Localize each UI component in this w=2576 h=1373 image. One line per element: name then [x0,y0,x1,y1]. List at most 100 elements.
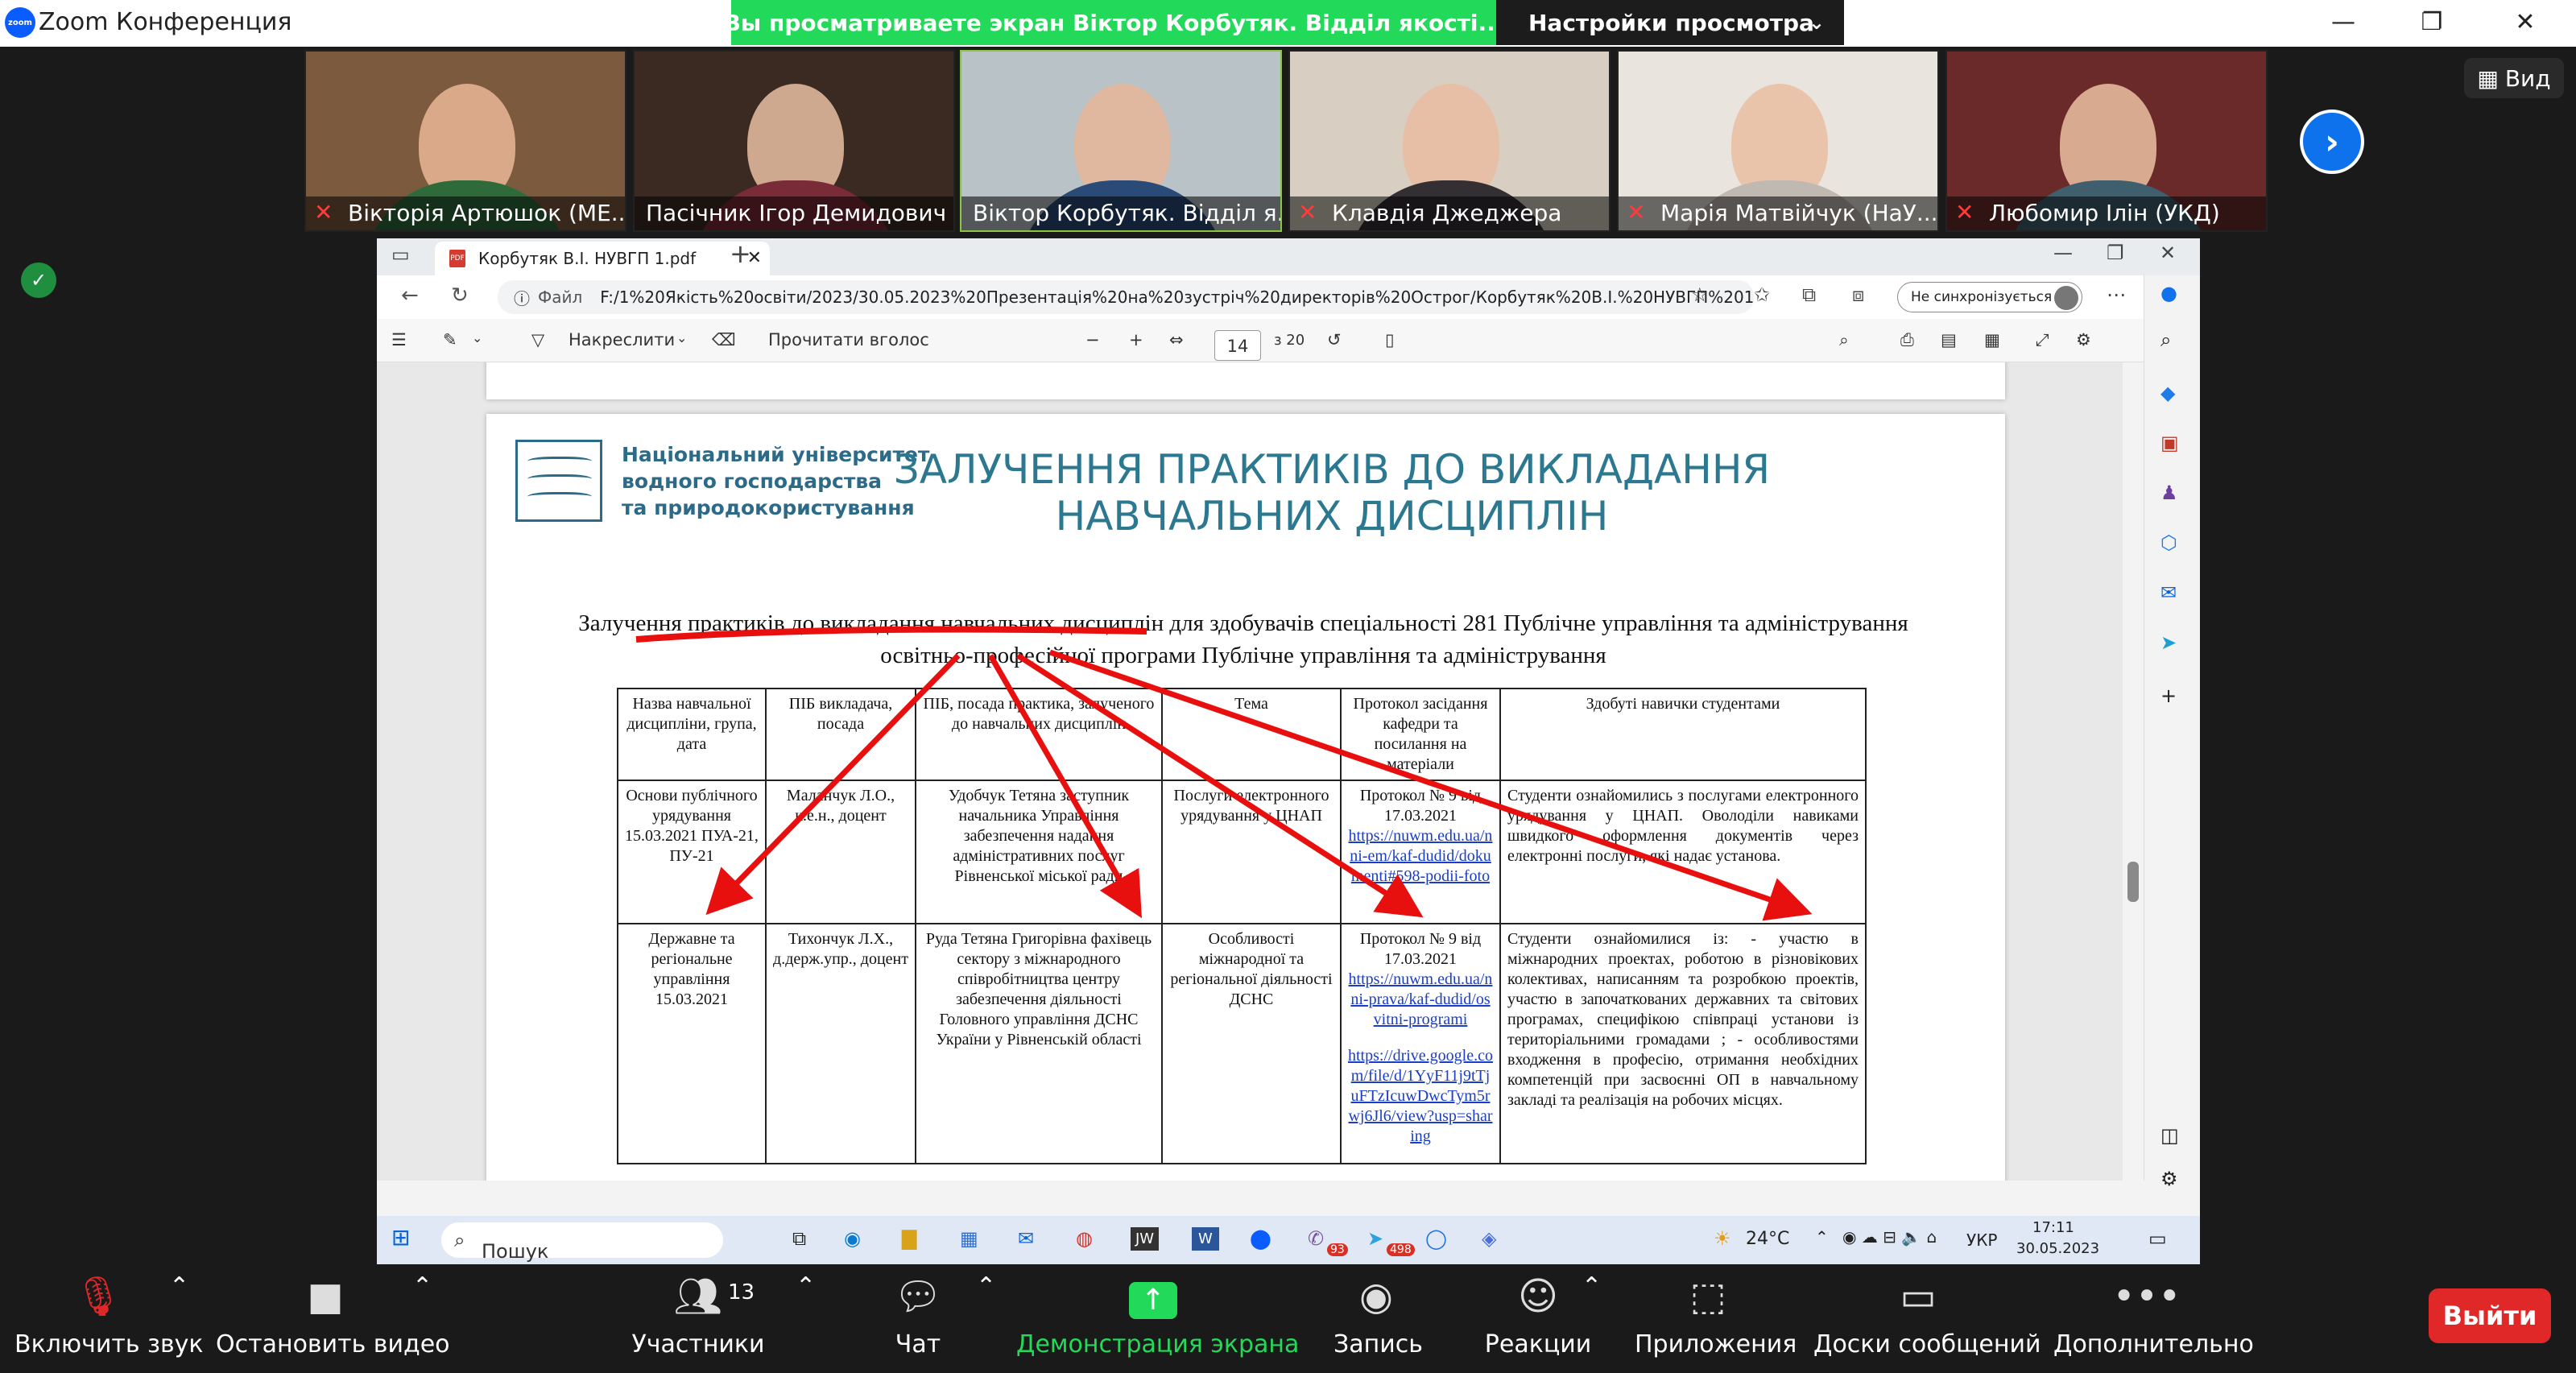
maximize-icon[interactable]: ❐ [2408,5,2456,40]
participants-button[interactable]: 👥︎ 13 Участники [628,1272,768,1369]
tools-icon[interactable]: ▣ [2160,432,2179,454]
sidebar-add-icon[interactable]: + [2160,684,2177,707]
minimize-icon[interactable]: — [2319,5,2367,40]
highlight-icon[interactable]: ✎ [443,330,457,349]
share-screen-button[interactable]: ↑ Демонстрация экрана [1016,1272,1299,1369]
chrome-icon[interactable]: ◍ [1076,1227,1093,1250]
highlight-dropdown-icon[interactable]: ⌄ [472,330,482,345]
unmute-button[interactable]: 🎙︎ Включить звук [14,1272,204,1369]
participant-tile-active-speaker[interactable]: Віктор Корбутяк. Відділ я... [960,50,1282,232]
whiteboards-button[interactable]: ▭ Доски сообщений [1813,1272,2041,1369]
scrollbar-thumb[interactable] [2127,862,2139,902]
video-options-chevron-icon[interactable]: ⌃ [412,1272,432,1369]
browser-tab[interactable]: PDF Корбутяк В.І. НУВГП 1.pdf ✕ [435,242,770,275]
shopping-icon[interactable]: ◆ [2160,382,2175,404]
zoom-icon[interactable]: ⬤ [1250,1227,1271,1250]
annotation-arrow [705,653,961,916]
games-icon[interactable]: ♟ [2160,482,2178,504]
reactions-button[interactable]: ☺ Реакции [1482,1272,1594,1369]
browser-close-icon[interactable]: ✕ [2160,242,2176,264]
explorer-icon[interactable]: ▇ [902,1227,916,1250]
settings-icon[interactable]: ⚙ [2076,330,2091,349]
chat-chevron-icon[interactable]: ⌃ [976,1272,996,1369]
sidebar-layout-icon[interactable]: ◫ [2160,1124,2179,1147]
sidebar-settings-icon[interactable]: ⚙ [2160,1168,2178,1190]
next-participants-arrow-icon[interactable]: › [2300,110,2364,174]
tab-actions-icon[interactable]: ▭ [391,243,410,266]
copilot-icon[interactable]: ● [2160,282,2177,304]
jw-icon[interactable]: JW [1131,1227,1160,1251]
participant-tile[interactable]: Любомир Ілін (УКД) ✕ [1945,50,2268,232]
zoom-out-icon[interactable]: − [1085,330,1100,349]
zoom-in-icon[interactable]: + [1129,330,1143,349]
more-button[interactable]: ••• Дополнительно [2053,1272,2254,1369]
chat-app-icon[interactable]: ◯ [1425,1227,1447,1250]
participant-tile[interactable]: Пасічник Ігор Демидович [633,50,955,232]
tray-icons[interactable]: ◉ ☁ ⊟ 🔈 ⌂ [1842,1227,1937,1247]
pdf-scrollbar[interactable] [2123,362,2144,1181]
page-number-input[interactable]: 14 [1214,330,1261,361]
draw-dropdown-icon[interactable]: ⌄ [676,330,687,345]
reactions-chevron-icon[interactable]: ⌃ [1582,1272,1602,1369]
participants-chevron-icon[interactable]: ⌃ [796,1272,816,1369]
drop-icon[interactable]: ➤ [2160,631,2177,654]
edge-icon[interactable]: ◉ [844,1227,861,1250]
notifications-icon[interactable]: ▭ [2148,1227,2167,1250]
favorites-icon[interactable]: ✩ [1754,283,1770,306]
fullscreen-icon[interactable]: ⤢ [2036,330,2049,350]
new-tab-icon[interactable]: + [730,238,751,269]
word-icon[interactable]: W [1192,1227,1219,1251]
participant-tile[interactable]: Вікторія Артюшок (МЕ... ✕ [304,50,626,232]
print-icon[interactable]: ⎙ [1900,330,1914,350]
collections-icon[interactable]: ⧉ [1802,283,1816,306]
back-icon[interactable]: ← [401,283,419,308]
windows-start-icon[interactable]: ⊞ [391,1224,410,1251]
participant-tile[interactable]: Клавдія Джеджера ✕ [1288,50,1611,232]
m365-icon[interactable]: ⬡ [2160,531,2177,554]
security-shield-icon[interactable]: ✓ [21,263,56,298]
store-icon[interactable]: ▦ [960,1227,978,1250]
chat-button[interactable]: 💬︎ Чат [886,1272,950,1369]
outlook-icon[interactable]: ✉ [2160,581,2177,604]
info-icon: ⓘ [514,288,530,308]
taskbar-search[interactable]: ⌕ Пошук [441,1222,723,1263]
draw-button[interactable]: Накреслити [569,330,675,349]
audio-options-chevron-icon[interactable]: ⌃ [169,1272,189,1369]
address-bar[interactable]: ⓘ Файл F:/1%20Якість%20освіти/2023/30.05… [498,280,1754,314]
stop-video-button[interactable]: ■ Остановить видео [216,1272,450,1369]
app-icon[interactable]: ◈ [1482,1227,1496,1250]
search-icon[interactable]: ⌕ [1839,330,1849,350]
leave-meeting-button[interactable]: Выйти [2429,1288,2551,1343]
viber-icon[interactable]: ✆ [1308,1227,1324,1250]
view-settings-button[interactable]: Настройки просмотра ⌄ [1496,0,1844,45]
contents-icon[interactable]: ☰ [391,330,407,349]
sync-status-button[interactable]: Не синхронізується [1897,282,2082,312]
favorite-add-icon[interactable]: ☆ [1691,283,1709,306]
more-options-icon[interactable]: ⋯ [2107,283,2126,306]
read-aloud-button[interactable]: Прочитати вголос [768,330,929,349]
participant-tile[interactable]: Марія Матвійчук (НаУ... ✕ [1617,50,1939,232]
language-indicator[interactable]: УКР [1966,1230,1997,1250]
fit-width-icon[interactable]: ⇔ [1169,330,1184,349]
save-icon[interactable]: ▤ [1941,330,1957,349]
weather-icon[interactable]: ☀ [1714,1227,1731,1250]
rotate-icon[interactable]: ↺ [1327,330,1342,349]
extensions-icon[interactable]: ⧈ [1852,283,1864,306]
draw-icon[interactable]: ▽ [531,330,544,349]
record-button[interactable]: ◉ Запись [1333,1272,1423,1369]
task-view-icon[interactable]: ⧉ [792,1227,806,1250]
browser-minimize-icon[interactable]: — [2053,242,2073,264]
apps-button[interactable]: ⬚ Приложения [1635,1272,1797,1369]
sidebar-search-icon[interactable]: ⌕ [2160,329,2171,351]
view-button[interactable]: ▦ Вид [2464,58,2564,98]
mail-icon[interactable]: ✉ [1018,1227,1034,1250]
pdf-viewer[interactable]: Національний університет водного господа… [377,362,2123,1181]
browser-maximize-icon[interactable]: ❐ [2107,242,2124,264]
refresh-icon[interactable]: ↻ [451,283,469,308]
tray-chevron-icon[interactable]: ⌃ [1815,1227,1829,1247]
page-view-icon[interactable]: ▯ [1385,330,1395,349]
eraser-icon[interactable]: ⌫ [712,330,736,349]
telegram-icon[interactable]: ➤ [1367,1227,1383,1250]
save-as-icon[interactable]: ▦ [1984,330,2000,349]
close-icon[interactable]: ✕ [2501,5,2549,40]
